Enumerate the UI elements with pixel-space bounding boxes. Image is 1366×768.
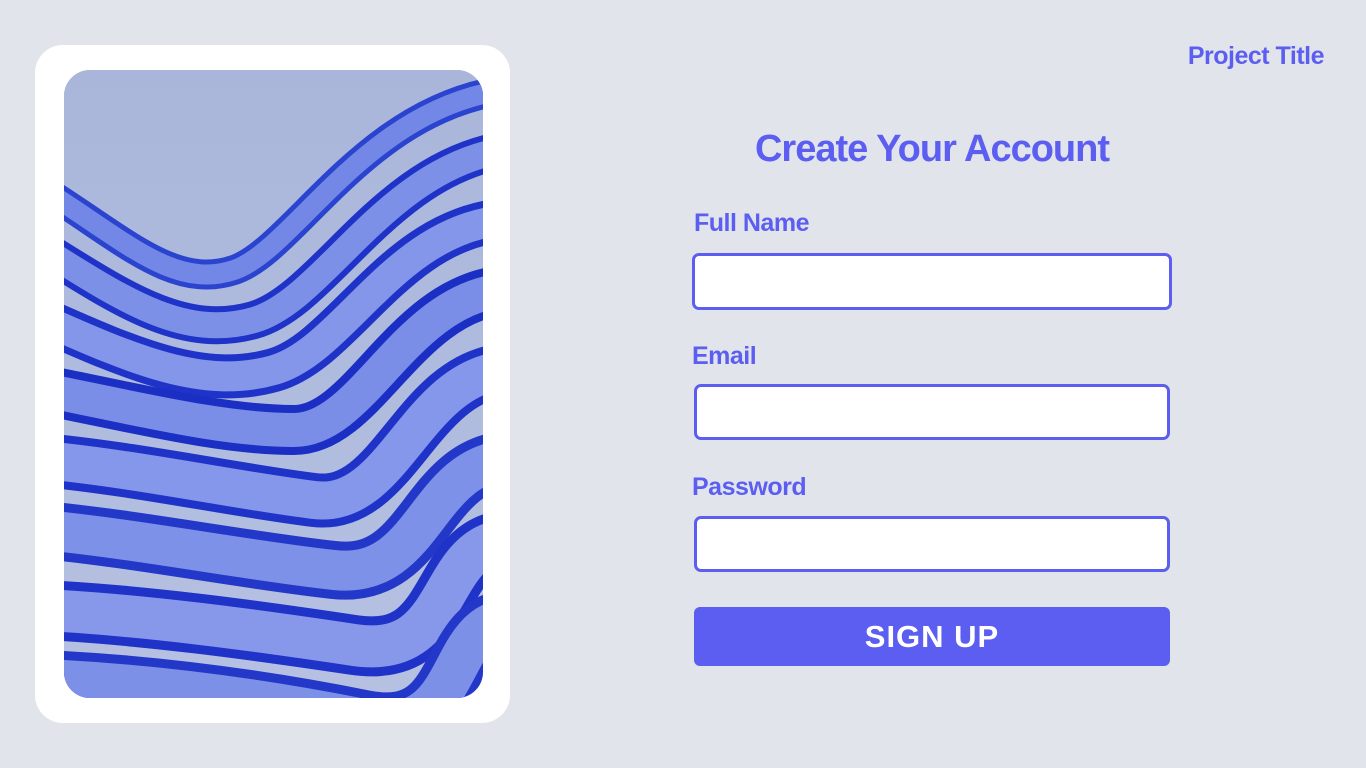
sign-up-button[interactable]: SIGN UP: [694, 607, 1170, 666]
form-title: Create Your Account: [754, 128, 1110, 170]
abstract-waves-image: [64, 70, 483, 698]
email-input[interactable]: [694, 384, 1170, 440]
password-input[interactable]: [694, 516, 1170, 572]
image-card: [35, 45, 510, 723]
password-label: Password: [692, 473, 807, 501]
email-label: Email: [692, 342, 757, 370]
project-title: Project Title: [1187, 42, 1325, 70]
full-name-label: Full Name: [694, 209, 809, 237]
hero-image: [64, 70, 483, 698]
full-name-input[interactable]: [692, 253, 1172, 310]
